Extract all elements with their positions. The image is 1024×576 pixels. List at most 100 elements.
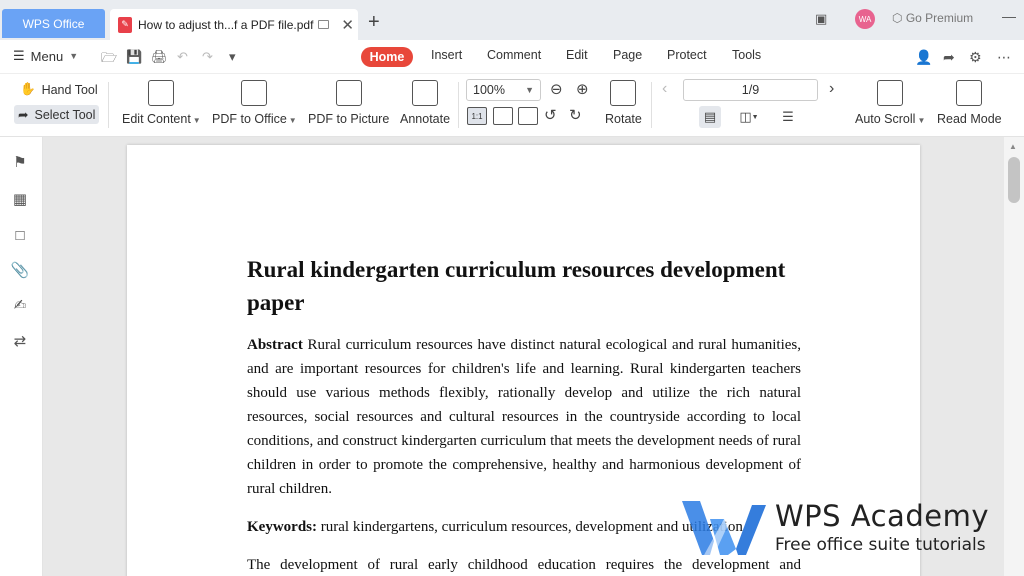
abstract-text: Rural curriculum resources have distinct… <box>247 337 802 497</box>
redo-icon[interactable]: ↷ <box>202 49 213 65</box>
pdf-to-picture-button[interactable]: PDF to Picture <box>308 80 389 126</box>
divider <box>458 82 459 128</box>
monitor-icon[interactable] <box>318 20 330 29</box>
left-sidebar: ⚑ ▦ □ 📎 ✍ ⇄ <box>0 137 43 576</box>
tab-tools[interactable]: Tools <box>732 48 761 62</box>
pdf-to-picture-label: PDF to Picture <box>308 112 390 126</box>
minimize-icon[interactable]: — <box>1002 8 1016 24</box>
pdf-to-office-icon <box>241 80 268 106</box>
watermark-subtitle: Free office suite tutorials <box>775 535 986 555</box>
more-options-icon[interactable]: ⋯ <box>997 49 1011 66</box>
zoom-in-icon[interactable]: ⊕ <box>576 80 589 98</box>
tab-home[interactable]: Home <box>361 47 413 67</box>
page-number-input[interactable]: 1/9 <box>683 79 818 101</box>
go-premium-button[interactable]: ⬡ Go Premium <box>892 11 973 25</box>
chevron-down-icon: ▼ <box>525 85 534 95</box>
fit-page-icon[interactable] <box>493 107 513 125</box>
read-mode-label: Read Mode <box>937 112 1002 126</box>
title-bar: WPS Office ✎ How to adjust th...f a PDF … <box>0 0 1024 40</box>
hand-icon: ✋ <box>20 82 36 96</box>
rotate-page-icon <box>610 80 637 106</box>
print-icon[interactable]: 🖨 <box>151 49 168 65</box>
auto-scroll-icon <box>877 80 904 106</box>
premium-icon: ⬡ <box>892 11 903 25</box>
abstract-paragraph: Abstract Rural curriculum resources have… <box>247 333 801 501</box>
annotate-icon <box>412 80 439 106</box>
pdf-to-picture-icon <box>335 80 362 106</box>
convert-icon[interactable]: ⇄ <box>12 333 28 350</box>
document-tab-label: How to adjust th...f a PDF file.pdf <box>138 17 314 32</box>
zoom-value: 100% <box>473 83 505 97</box>
next-page-icon[interactable]: › <box>829 80 834 98</box>
hand-tool-button[interactable]: ✋ Hand Tool <box>16 80 102 99</box>
annotate-label: Annotate <box>400 112 451 126</box>
settings-gear-icon[interactable]: ⚙ <box>969 49 982 66</box>
attachment-icon[interactable]: 📎 <box>11 262 30 279</box>
pdf-to-office-label: PDF to Office <box>212 112 287 126</box>
continuous-view-icon[interactable]: ☰ <box>777 106 799 128</box>
select-tool-label: Select Tool <box>34 107 96 122</box>
close-tab-icon[interactable]: ✕ <box>341 16 354 34</box>
vertical-scrollbar[interactable]: ▲ <box>1004 137 1024 576</box>
watermark-title: WPS Academy <box>775 499 989 533</box>
zoom-out-icon[interactable]: ⊖ <box>550 80 563 98</box>
thumbnail-icon[interactable]: ▦ <box>12 191 28 208</box>
quick-access-dropdown-icon[interactable]: ▾ <box>229 49 236 65</box>
bookmark-icon[interactable]: ⚑ <box>12 154 28 171</box>
scroll-thumb[interactable] <box>1008 157 1020 203</box>
previous-page-icon[interactable]: ‹ <box>662 80 667 98</box>
document-tab[interactable]: ✎ How to adjust th...f a PDF file.pdf ✕ <box>110 9 358 40</box>
rotate-left-icon[interactable]: ↺ <box>544 106 557 124</box>
window-layout-icon[interactable]: ▣ <box>815 11 827 27</box>
menu-bar: ☰ Menu ▼ 🗁 💾 🖨 ↶ ↷ ▾ Home Insert Comment… <box>0 40 1024 74</box>
tab-insert[interactable]: Insert <box>431 48 462 62</box>
divider <box>651 82 652 128</box>
tab-comment[interactable]: Comment <box>487 48 541 62</box>
zoom-select[interactable]: 100% ▼ <box>466 79 541 101</box>
select-tool-button[interactable]: ➦ Select Tool <box>14 105 100 124</box>
edit-content-button[interactable]: Edit Content ▼ <box>122 80 201 126</box>
auto-scroll-button[interactable]: Auto Scroll ▼ <box>855 80 925 126</box>
rotate-button[interactable]: Rotate <box>605 80 642 126</box>
divider <box>108 82 109 128</box>
comment-icon[interactable]: □ <box>12 227 28 244</box>
chevron-down-icon: ▼ <box>69 51 79 61</box>
read-mode-button[interactable]: Read Mode <box>937 80 1002 126</box>
save-icon[interactable]: 💾 <box>126 49 142 65</box>
book-icon <box>956 80 983 106</box>
rotate-right-icon[interactable]: ↻ <box>569 106 582 124</box>
edit-content-label: Edit Content <box>122 112 191 126</box>
keywords-label: Keywords: <box>247 519 317 535</box>
hamburger-icon: ☰ <box>13 48 25 63</box>
menu-label: Menu <box>30 48 64 64</box>
single-page-view-icon[interactable]: ▤ <box>699 106 721 128</box>
pdf-to-office-button[interactable]: PDF to Office ▼ <box>212 80 297 126</box>
wps-academy-logo <box>682 501 766 555</box>
share-icon[interactable]: ➦ <box>943 49 955 66</box>
cursor-icon: ➦ <box>18 108 29 122</box>
auto-scroll-label: Auto Scroll <box>855 112 916 126</box>
open-folder-icon[interactable]: 🗁 <box>101 49 117 71</box>
signature-icon[interactable]: ✍ <box>12 297 28 314</box>
abstract-label: Abstract <box>247 337 303 353</box>
go-premium-label: Go Premium <box>905 11 974 25</box>
tab-protect[interactable]: Protect <box>667 48 707 62</box>
hand-tool-label: Hand Tool <box>41 82 98 97</box>
annotate-button[interactable]: Annotate <box>400 80 450 126</box>
avatar[interactable]: WA <box>855 9 875 29</box>
menu-button[interactable]: ☰ Menu ▼ <box>13 48 78 64</box>
wps-academy-watermark: WPS Academy Free office suite tutorials <box>680 497 1000 559</box>
wps-office-tab[interactable]: WPS Office <box>2 9 105 38</box>
tab-page[interactable]: Page <box>613 48 642 62</box>
pdf-file-icon: ✎ <box>118 16 132 33</box>
fit-width-icon[interactable] <box>518 107 538 125</box>
dual-page-view-icon[interactable]: ◫ ▼ <box>734 106 764 128</box>
undo-icon[interactable]: ↶ <box>177 49 188 65</box>
new-tab-icon[interactable]: + <box>368 11 380 34</box>
scroll-up-icon[interactable]: ▲ <box>1009 142 1017 151</box>
rotate-label: Rotate <box>605 112 642 126</box>
add-user-icon[interactable]: 👤 <box>915 49 932 66</box>
tab-edit[interactable]: Edit <box>566 48 588 62</box>
actual-size-button[interactable]: 1:1 <box>467 107 487 125</box>
document-title: Rural kindergarten curriculum resources … <box>247 257 786 315</box>
